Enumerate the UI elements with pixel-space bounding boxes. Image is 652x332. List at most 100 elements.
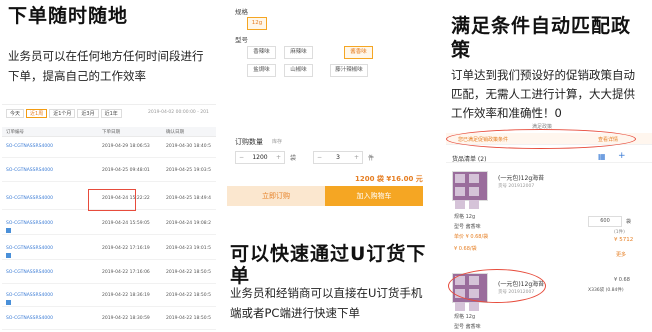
tab-today[interactable]: 今天 [6,109,25,118]
add-to-cart-button[interactable]: 加入购物车 [325,186,423,206]
tab-week[interactable]: 近1周 [26,109,48,118]
minus-icon[interactable]: − [237,152,246,163]
confirm-date: 2019-04-30 18:40:5 [166,144,211,149]
stock-label: 库存 [272,139,283,145]
col-order-no: 订单编号 [6,130,24,135]
left-title: 下单随时随地 [8,5,129,27]
col-order-date: 下单日期 [102,130,120,135]
highlight-oval [446,129,636,149]
model-option[interactable]: 麻辣味 [284,46,313,59]
tab-3month[interactable]: 近3月 [77,109,99,118]
table-row[interactable]: SO-CGTNASSRS4000 2019-04-22 18:36:19 2019-… [2,287,216,307]
list-header: 货品清单 (2) ▦ + [446,151,652,163]
qty-label: 订购数量 [235,138,263,146]
item-detail: X336袋 (0.84件) [588,288,624,293]
product-spec: 规格 12g [454,214,476,220]
product-thumbnail[interactable] [452,171,488,209]
order-date: 2019-04-22 18:36:19 [102,293,150,298]
tab-month[interactable]: 近1个月 [49,109,76,118]
doc-icon [6,300,11,305]
unit-case: 件 [368,155,375,162]
order-id[interactable]: SO-CGTNASSRS4000 [6,246,53,251]
product-price-2: ¥ 0.68/袋 [454,246,477,252]
model-option[interactable]: 山椒味 [284,64,313,77]
middle-title: 可以快速通过U订货下单 [230,243,427,287]
doc-icon [6,253,11,258]
right-description: 订单达到我们预设好的促销政策自动匹配，无需人工进行计算，大大提供工作效率和准确性… [451,68,635,120]
table-row[interactable]: SO-CGTNASSRS4000 2019-04-22 17:16:19 2019-… [2,240,216,260]
tab-year[interactable]: 近1年 [100,109,122,118]
model-label: 型号 [235,36,248,44]
model-option[interactable]: 香辣味 [247,46,276,59]
product-model: 型号 酱香味 [454,224,481,230]
qty-value[interactable]: 1200 [252,154,267,161]
order-date: 2019-04-22 17:16:06 [102,270,150,275]
item-sub: (1件) [614,230,625,235]
table-row[interactable]: SO-CGTNASSRS4000 2019-04-22 17:16:06 2019-… [2,264,216,284]
confirm-date: 2019-04-25 18:49:4 [166,196,211,201]
product-model: 型号 酱香味 [454,324,481,330]
order-total: 1200 袋 ¥16.00 元 [355,175,423,183]
middle-description: 业务员和经销商可以直接在U订货手机端或者PC端进行快速下单 [230,286,423,320]
col-confirm-date: 确认日期 [166,130,184,135]
model-option[interactable]: 藤汁辣椒味 [330,64,368,77]
order-date: 2019-04-25 09:48:01 [102,168,150,173]
order-date: 2019-04-29 18:06:53 [102,144,150,149]
spec-label: 规格 [235,8,248,16]
spec-option[interactable]: 12g [247,17,267,30]
order-id[interactable]: SO-CGTNASSRS4000 [6,293,53,298]
table-row[interactable]: SO-CGTNASSRS4000 2019-04-22 18:30:59 2019-… [2,310,216,330]
qty-stepper-bags[interactable]: −1200 + [235,151,285,164]
confirm-date: 2019-04-22 18:50:5 [166,293,211,298]
confirm-date: 2019-04-24 19:08:2 [166,221,211,226]
order-date: 2019-04-24 15:59:05 [102,221,150,226]
item-price: ¥ 0.68 [614,277,630,283]
order-id[interactable]: SO-CGTNASSRS4000 [6,316,53,321]
grid-icon[interactable]: ▦ [598,152,606,161]
list-label: 货品清单 (2) [452,156,487,163]
confirm-date: 2019-04-22 18:50:5 [166,270,211,275]
table-row[interactable]: SO-CGTNASSRS4000 2019-04-24 15:59:05 2019-… [2,215,216,235]
order-now-button[interactable]: 立即订购 [227,186,325,206]
order-id[interactable]: SO-CGTNASSRS4000 [6,196,53,201]
order-list-screenshot: 今天 近1周 近1个月 近3月 近1年 2019-04-02 00:00:00 … [2,104,216,332]
confirm-date: 2019-04-25 19:03:5 [166,168,211,173]
highlight-oval [448,269,546,303]
date-range[interactable]: 2019-04-02 00:00:00 - 201 [148,110,209,115]
confirm-date: 2019-04-22 18:50:5 [166,316,211,321]
unit-bag: 袋 [290,155,297,162]
qty-stepper-cases[interactable]: − 3 + [313,151,363,164]
product-code: 货号 201912007 [498,184,535,189]
right-title: 满足条件自动匹配政策 [451,15,632,61]
left-description: 业务员可以在任何地方任何时间段进行下单，提高自己的工作效率 [8,49,204,83]
qty-value[interactable]: 3 [336,154,340,161]
plus-icon[interactable]: + [352,152,361,163]
order-date: 2019-04-22 17:16:19 [102,246,150,251]
product-detail-screenshot: 规格 12g 型号 香辣味 麻辣味 酱香味 盐焗味 山椒味 藤汁辣椒味 订购数量… [227,0,423,206]
more-link[interactable]: 更多 [616,251,626,258]
highlight-box [88,189,136,211]
product-price: 单价 ¥ 0.68/袋 [454,234,489,240]
item-unit: 袋 [626,219,632,225]
item-amount: ¥ 5712 [614,237,634,243]
add-icon[interactable]: + [618,151,626,161]
order-date: 2019-04-22 18:30:59 [102,316,150,321]
table-row[interactable]: SO-CGTNASSRS4000 2019-04-25 09:48:01 2019-… [2,162,216,182]
model-option[interactable]: 盐焗味 [247,64,276,77]
order-id[interactable]: SO-CGTNASSRS4000 [6,144,53,149]
date-filter-tabs: 今天 近1周 近1个月 近3月 近1年 [6,109,122,118]
item-qty-input[interactable]: 600 [588,216,622,227]
doc-icon [6,228,11,233]
order-id[interactable]: SO-CGTNASSRS4000 [6,168,53,173]
minus-icon[interactable]: − [315,152,324,163]
plus-icon[interactable]: + [274,152,283,163]
model-option-selected[interactable]: 酱香味 [344,46,373,59]
table-header: 订单编号 下单日期 确认日期 [2,127,216,137]
order-id[interactable]: SO-CGTNASSRS4000 [6,270,53,275]
order-id[interactable]: SO-CGTNASSRS4000 [6,221,53,226]
product-name[interactable]: (一元包)12g海苔 [498,173,544,182]
cart-screenshot: 满足政策 您已满足促销政策条件 查看详情 货品清单 (2) ▦ + (一元包)1… [446,123,652,332]
product-spec: 规格 12g [454,314,476,320]
table-row[interactable]: SO-CGTNASSRS4000 2019-04-29 18:06:53 2019-… [2,138,216,158]
confirm-date: 2019-04-23 19:01:5 [166,246,211,251]
